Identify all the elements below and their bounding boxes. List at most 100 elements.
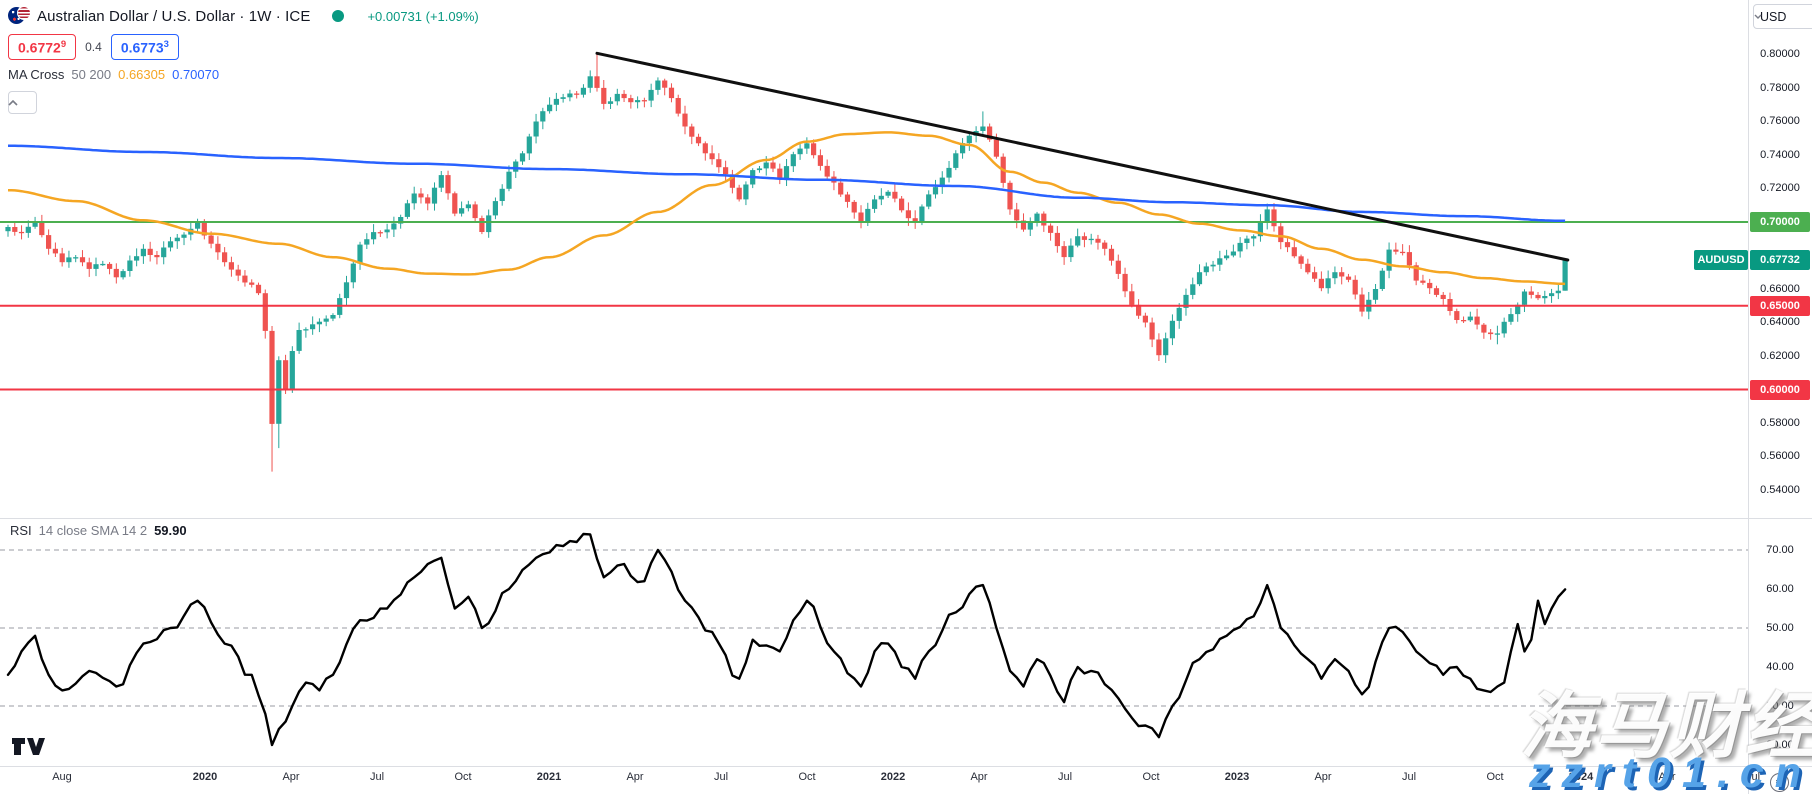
candle[interactable]: [175, 238, 180, 242]
candle[interactable]: [825, 166, 830, 177]
candle[interactable]: [418, 194, 423, 198]
candle[interactable]: [1508, 314, 1513, 322]
candle[interactable]: [1556, 291, 1561, 294]
candle[interactable]: [906, 210, 911, 218]
candle[interactable]: [26, 227, 31, 233]
candle[interactable]: [344, 282, 349, 298]
candle[interactable]: [181, 235, 186, 238]
candle[interactable]: [858, 213, 863, 223]
candle[interactable]: [1359, 295, 1364, 312]
candle[interactable]: [1475, 317, 1480, 325]
candle[interactable]: [39, 222, 44, 235]
candle[interactable]: [1326, 278, 1331, 288]
candle[interactable]: [148, 249, 153, 255]
candle[interactable]: [1007, 183, 1012, 210]
candle[interactable]: [19, 232, 24, 233]
candle[interactable]: [852, 202, 857, 213]
candle[interactable]: [879, 196, 884, 200]
ma-cross-label[interactable]: MA Cross: [8, 67, 64, 82]
candle[interactable]: [1109, 249, 1114, 261]
pane-divider[interactable]: [0, 518, 1812, 519]
candle[interactable]: [168, 241, 173, 247]
candle[interactable]: [513, 162, 518, 172]
candle[interactable]: [845, 195, 850, 202]
candle[interactable]: [642, 100, 647, 101]
candle[interactable]: [1177, 308, 1182, 321]
candle[interactable]: [1312, 272, 1317, 279]
candle[interactable]: [66, 257, 71, 262]
candle[interactable]: [933, 187, 938, 194]
candle[interactable]: [121, 271, 126, 277]
candle[interactable]: [290, 351, 295, 390]
candle[interactable]: [1400, 252, 1405, 253]
candle[interactable]: [1129, 291, 1134, 305]
candle[interactable]: [838, 183, 843, 195]
candle[interactable]: [195, 223, 200, 229]
candle[interactable]: [310, 324, 315, 329]
candle[interactable]: [1075, 236, 1080, 245]
candle[interactable]: [1454, 311, 1459, 320]
candle[interactable]: [466, 204, 471, 208]
candle[interactable]: [1238, 243, 1243, 252]
candle[interactable]: [1387, 250, 1392, 271]
candle[interactable]: [1014, 209, 1019, 220]
candle[interactable]: [73, 257, 78, 258]
currency-selector[interactable]: USD: [1753, 4, 1812, 29]
candle[interactable]: [764, 163, 769, 169]
candle[interactable]: [1285, 242, 1290, 247]
candle[interactable]: [493, 201, 498, 215]
candle[interactable]: [87, 262, 92, 269]
candle[interactable]: [1048, 226, 1053, 233]
candle[interactable]: [1319, 279, 1324, 288]
candle[interactable]: [1265, 209, 1270, 221]
candle[interactable]: [710, 153, 715, 159]
candle[interactable]: [588, 76, 593, 88]
candle[interactable]: [249, 283, 254, 285]
candle[interactable]: [676, 98, 681, 114]
candle[interactable]: [527, 137, 532, 154]
candle[interactable]: [534, 122, 539, 137]
descending-trendline[interactable]: [597, 53, 1568, 260]
candle[interactable]: [594, 76, 599, 88]
candle[interactable]: [1082, 236, 1087, 240]
candle[interactable]: [818, 155, 823, 166]
candle[interactable]: [303, 329, 308, 330]
candle[interactable]: [236, 270, 241, 276]
candle[interactable]: [215, 244, 220, 253]
candle[interactable]: [1143, 316, 1148, 323]
candle[interactable]: [980, 127, 985, 132]
candle[interactable]: [777, 169, 782, 179]
candle[interactable]: [53, 249, 58, 254]
candle[interactable]: [615, 94, 620, 101]
candle[interactable]: [899, 199, 904, 211]
candle[interactable]: [107, 264, 112, 269]
candle[interactable]: [1563, 260, 1568, 291]
candle[interactable]: [242, 276, 247, 283]
candle[interactable]: [1461, 320, 1466, 321]
candle[interactable]: [161, 248, 166, 258]
candle[interactable]: [46, 235, 51, 249]
candle[interactable]: [1217, 258, 1222, 264]
candle[interactable]: [1156, 340, 1161, 356]
candle[interactable]: [405, 203, 410, 217]
collapse-legend-button[interactable]: [8, 91, 37, 114]
sma50-line[interactable]: [8, 132, 1565, 284]
candle[interactable]: [622, 94, 627, 98]
candle[interactable]: [1339, 272, 1344, 276]
candle[interactable]: [391, 224, 396, 230]
candle[interactable]: [1542, 296, 1547, 298]
candle[interactable]: [283, 360, 288, 389]
candle[interactable]: [540, 111, 545, 121]
candle[interactable]: [269, 331, 274, 424]
candle[interactable]: [93, 264, 98, 269]
candle[interactable]: [100, 264, 105, 265]
candle[interactable]: [770, 163, 775, 169]
candle[interactable]: [872, 199, 877, 209]
candle[interactable]: [567, 94, 572, 98]
candle[interactable]: [134, 256, 139, 260]
candle[interactable]: [276, 360, 281, 424]
candle[interactable]: [473, 204, 478, 218]
candle[interactable]: [946, 168, 951, 178]
candle[interactable]: [1163, 338, 1168, 355]
candle[interactable]: [1231, 252, 1236, 256]
